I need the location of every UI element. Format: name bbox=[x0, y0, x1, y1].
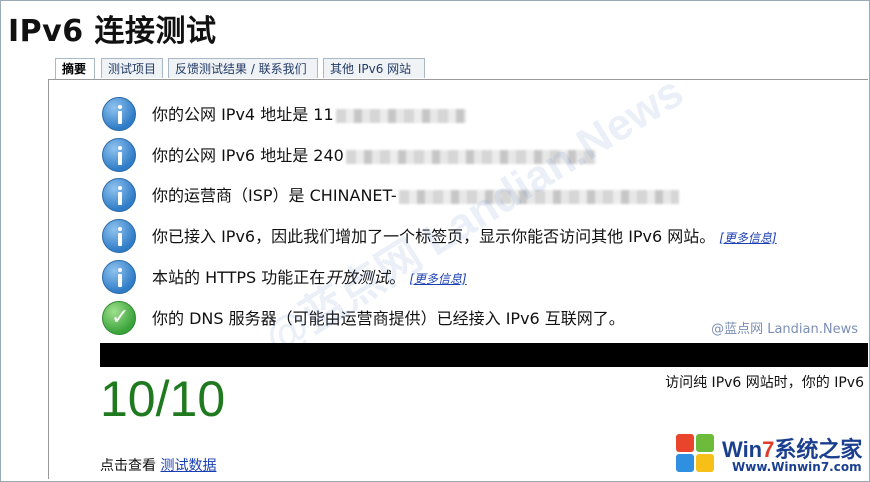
logo-name-seven: 7 bbox=[762, 437, 775, 462]
watermark-text: @蓝点网 Landian.News bbox=[711, 322, 858, 337]
check-icon: ✓ bbox=[102, 301, 136, 335]
page-title: IPv6 连接测试 bbox=[8, 14, 217, 49]
test-data-link[interactable]: 测试数据 bbox=[160, 458, 216, 474]
result-label: 你的公网 IPv4 地址是 bbox=[152, 105, 314, 124]
result-row-https: 本站的 HTTPS 功能正在开放测试。 [更多信息] bbox=[102, 260, 862, 296]
info-icon bbox=[102, 178, 136, 212]
tab-other-ipv6-sites[interactable]: 其他 IPv6 网站 bbox=[323, 58, 425, 78]
site-logo: Win7系统之家 Www.Winwin7.com bbox=[672, 432, 866, 478]
result-text: 你的 DNS 服务器（可能由运营商提供）已经接入 IPv6 互联网了。 bbox=[152, 309, 625, 328]
result-text: 你的运营商（ISP）是 CHINANET- bbox=[152, 182, 679, 206]
logo-name-win: Win bbox=[722, 437, 763, 462]
info-icon bbox=[102, 138, 136, 172]
isp-value: CHINANET- bbox=[309, 186, 397, 205]
tab-divider bbox=[48, 79, 868, 80]
footer-label: 点击查看 bbox=[100, 458, 161, 474]
info-icon bbox=[102, 260, 136, 294]
result-row-ipv4: 你的公网 IPv4 地址是 11 bbox=[102, 97, 862, 133]
tab-feedback[interactable]: 反馈测试结果 / 联系我们 bbox=[168, 58, 318, 78]
redacted-value bbox=[335, 108, 466, 123]
logo-url: Www.Winwin7.com bbox=[732, 460, 862, 474]
ipv6-value: 240 bbox=[313, 146, 344, 165]
tab-summary[interactable]: 摘要 bbox=[55, 58, 95, 80]
windows-flag-icon bbox=[676, 434, 716, 474]
score-note: 访问纯 IPv6 网站时，你的 IPv6 bbox=[665, 375, 864, 391]
info-icon bbox=[102, 219, 136, 253]
result-text: 你的公网 IPv4 地址是 11 bbox=[152, 101, 466, 125]
more-info-link[interactable]: [更多信息] bbox=[719, 231, 776, 245]
ipv4-value: 11 bbox=[313, 105, 334, 124]
info-icon bbox=[102, 97, 136, 131]
panel-border bbox=[48, 79, 49, 479]
score-bar bbox=[100, 343, 868, 367]
result-label: 你的运营商（ISP）是 bbox=[152, 186, 310, 205]
footer-line: 点击查看 测试数据 bbox=[100, 455, 216, 475]
result-label: 你的公网 IPv6 地址是 bbox=[152, 146, 314, 165]
logo-name-rest: 系统之家 bbox=[774, 437, 863, 462]
tab-test-items[interactable]: 测试项目 bbox=[101, 58, 163, 78]
score-value: 10/10 bbox=[100, 371, 226, 427]
